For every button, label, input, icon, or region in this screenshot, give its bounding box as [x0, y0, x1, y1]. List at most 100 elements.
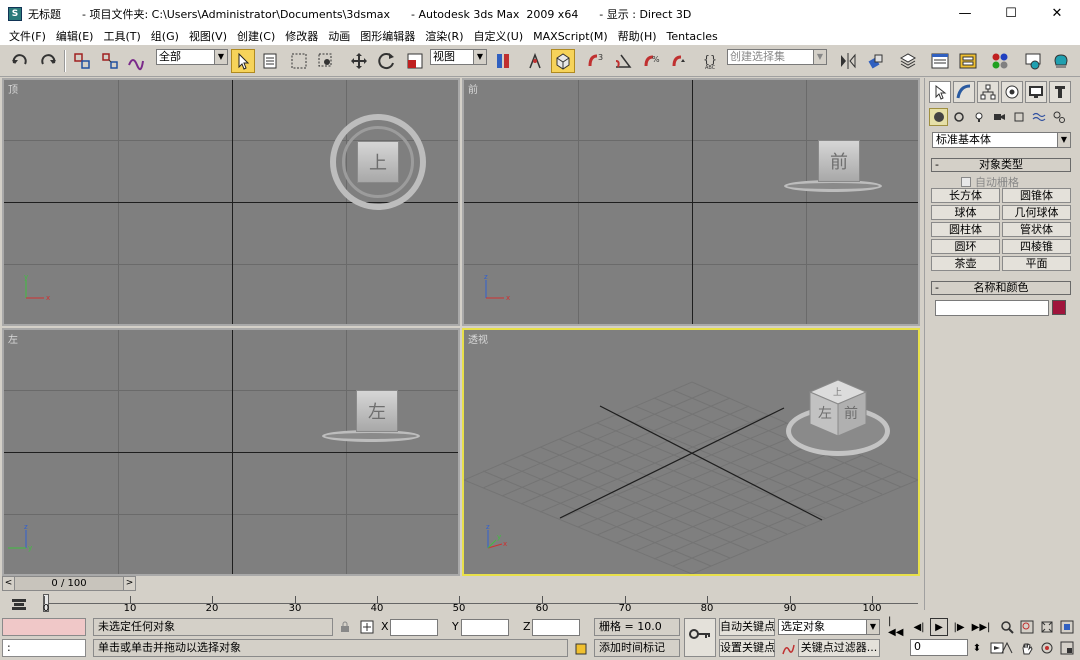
x-coordinate-input[interactable] — [390, 619, 438, 636]
play-icon[interactable]: ▶ — [930, 618, 948, 636]
space-warps-icon[interactable] — [1029, 108, 1048, 126]
minimize-button[interactable]: — — [942, 0, 988, 27]
helpers-icon[interactable] — [1009, 108, 1028, 126]
viewport-front-label[interactable]: 前 — [468, 81, 478, 96]
viewcube-left[interactable]: 左 — [322, 386, 422, 446]
time-slider-next-icon[interactable]: > — [123, 576, 136, 591]
select-and-rotate-icon[interactable] — [375, 49, 399, 73]
redo-icon[interactable] — [36, 49, 60, 73]
utilities-tab-icon[interactable] — [1049, 81, 1071, 103]
viewcube-top-face[interactable]: 上 — [357, 141, 399, 183]
material-editor-icon[interactable] — [988, 49, 1012, 73]
menu-edit[interactable]: 编辑(E) — [51, 28, 99, 44]
pan-hand-icon[interactable] — [1018, 639, 1036, 657]
menu-rendering[interactable]: 渲染(R) — [420, 28, 468, 44]
layer-manager-icon[interactable] — [896, 49, 920, 73]
orbit-icon[interactable] — [1038, 639, 1056, 657]
cameras-icon[interactable] — [989, 108, 1008, 126]
create-tab-icon[interactable] — [929, 81, 951, 103]
select-by-name-icon[interactable] — [259, 49, 283, 73]
zoom-icon[interactable] — [998, 618, 1016, 636]
frame-spinner-icon[interactable]: ⬍ — [968, 639, 986, 657]
key-mode-dropdown[interactable]: 选定对象 ▼ — [778, 619, 880, 635]
selection-filter-dropdown[interactable]: 全部 ▼ — [156, 49, 228, 65]
absolute-mode-icon[interactable] — [358, 618, 376, 636]
viewcube-front[interactable]: 前 — [784, 136, 884, 196]
set-keys-key-icon[interactable] — [684, 618, 716, 657]
select-and-move-icon[interactable] — [347, 49, 371, 73]
geosphere-button[interactable]: 几何球体 — [1002, 205, 1071, 220]
add-time-tag[interactable]: 添加时间标记 — [594, 639, 680, 657]
zoom-all-icon[interactable] — [1018, 618, 1036, 636]
set-key-button[interactable]: 设置关键点 — [719, 639, 775, 657]
menu-graph-editors[interactable]: 图形编辑器 — [355, 28, 420, 44]
viewcube-left-face[interactable]: 左 — [356, 390, 398, 432]
maximize-viewport-icon[interactable] — [1058, 639, 1076, 657]
box-button[interactable]: 长方体 — [931, 188, 1000, 203]
name-and-color-rollout[interactable]: - 名称和颜色 — [931, 281, 1071, 295]
pivot-center-icon[interactable] — [491, 49, 515, 73]
quick-render-icon[interactable] — [1049, 49, 1073, 73]
object-type-rollout[interactable]: - 对象类型 — [931, 158, 1071, 172]
viewport-top-label[interactable]: 顶 — [8, 81, 18, 96]
viewcube-perspective[interactable]: 左 前 上 — [784, 374, 894, 464]
previous-frame-icon[interactable]: ◀| — [910, 618, 928, 636]
key-filters-button[interactable]: 关键点过滤器... — [798, 639, 880, 657]
spinner-snap-icon[interactable] — [667, 49, 691, 73]
curve-editor-icon[interactable] — [928, 49, 952, 73]
hierarchy-tab-icon[interactable] — [977, 81, 999, 103]
bind-to-space-warp-icon[interactable] — [124, 49, 148, 73]
mini-curve-editor-icon[interactable] — [10, 596, 28, 614]
maximize-button[interactable]: ☐ — [988, 0, 1034, 27]
menu-file[interactable]: 文件(F) — [4, 28, 51, 44]
viewcube-front-face[interactable]: 前 — [818, 140, 860, 182]
zoom-extents-all-icon[interactable] — [1058, 618, 1076, 636]
time-slider[interactable]: 0 / 100 — [2, 576, 136, 591]
select-and-manipulate-icon[interactable] — [523, 49, 547, 73]
select-and-scale-icon[interactable] — [403, 49, 427, 73]
viewport-front[interactable]: 前 前 zx — [462, 78, 920, 326]
3ds-max-app-icon[interactable]: S — [8, 6, 22, 21]
field-of-view-icon[interactable] — [998, 639, 1016, 657]
viewport-left-label[interactable]: 左 — [8, 331, 18, 346]
menu-tools[interactable]: 工具(T) — [98, 28, 145, 44]
z-coordinate-input[interactable] — [532, 619, 580, 636]
maxscript-mini-listener-top[interactable] — [2, 618, 86, 636]
time-tag-icon[interactable] — [572, 640, 590, 658]
menu-create[interactable]: 创建(C) — [232, 28, 280, 44]
go-to-start-icon[interactable]: |◀◀ — [888, 616, 906, 638]
plane-button[interactable]: 平面 — [1002, 256, 1071, 271]
viewport-top[interactable]: 顶 上 yx — [2, 78, 460, 326]
viewcube-top[interactable]: 上 — [328, 112, 428, 212]
unlink-selection-icon[interactable] — [98, 49, 122, 73]
object-name-input[interactable] — [935, 300, 1049, 316]
time-slider-prev-icon[interactable]: < — [2, 576, 15, 591]
cone-button[interactable]: 圆锥体 — [1002, 188, 1071, 203]
menu-group[interactable]: 组(G) — [146, 28, 184, 44]
object-color-swatch[interactable] — [1052, 300, 1066, 315]
align-icon[interactable] — [864, 49, 888, 73]
motion-tab-icon[interactable] — [1001, 81, 1023, 103]
y-coordinate-input[interactable] — [461, 619, 509, 636]
window-crossing-icon[interactable] — [314, 49, 338, 73]
maxscript-mini-listener[interactable]: : — [2, 639, 86, 657]
auto-key-button[interactable]: 自动关键点 — [719, 618, 775, 636]
menu-views[interactable]: 视图(V) — [184, 28, 232, 44]
menu-help[interactable]: 帮助(H) — [613, 28, 662, 44]
teapot-button[interactable]: 茶壶 — [931, 256, 1000, 271]
systems-icon[interactable] — [1049, 108, 1068, 126]
menu-modifiers[interactable]: 修改器 — [280, 28, 323, 44]
render-setup-icon[interactable] — [1021, 49, 1045, 73]
menu-customize[interactable]: 自定义(U) — [469, 28, 529, 44]
viewport-left[interactable]: 左 左 zy — [2, 328, 460, 576]
shapes-icon[interactable] — [949, 108, 968, 126]
selection-lock-icon[interactable] — [336, 618, 354, 636]
tube-button[interactable]: 管状体 — [1002, 222, 1071, 237]
snaps-toggle-icon[interactable]: 3 — [583, 49, 607, 73]
edit-named-selection-icon[interactable]: {} ABC — [699, 49, 723, 73]
zoom-extents-icon[interactable] — [1038, 618, 1056, 636]
next-frame-icon[interactable]: |▶ — [950, 618, 968, 636]
menu-tentacles[interactable]: Tentacles — [662, 30, 723, 43]
torus-button[interactable]: 圆环 — [931, 239, 1000, 254]
primitive-category-dropdown[interactable]: 标准基本体 ▼ — [932, 132, 1071, 148]
